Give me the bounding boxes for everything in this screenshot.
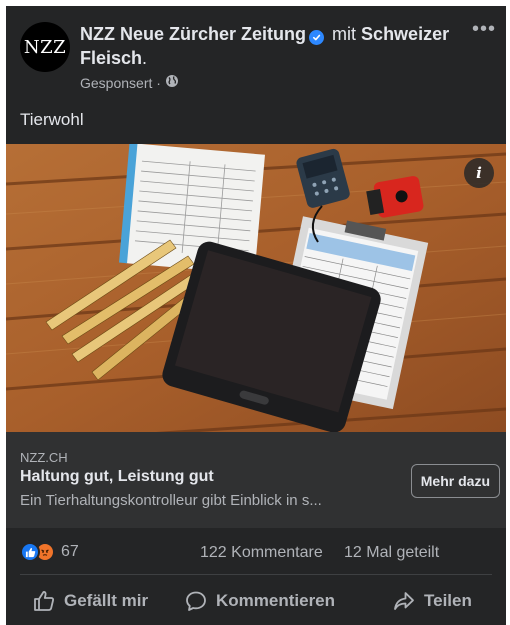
speech-bubble-icon xyxy=(186,591,206,611)
verified-badge-icon xyxy=(309,30,325,45)
more-options-icon[interactable]: ••• xyxy=(472,19,496,39)
title-period: . xyxy=(142,48,148,68)
reaction-count: 67 xyxy=(61,543,79,560)
post-meta: Gesponsert · xyxy=(80,74,470,91)
reactions-summary[interactable]: 67 xyxy=(20,542,79,562)
share-label: Teilen xyxy=(424,591,472,610)
ad-info-icon[interactable]: i xyxy=(464,158,494,188)
nzz-avatar[interactable]: NZZ xyxy=(20,22,70,72)
link-title: Haltung gut, Leistung gut xyxy=(20,468,214,485)
wooden-table-photo xyxy=(6,144,506,432)
comment-button[interactable]: Kommentieren xyxy=(184,586,335,616)
link-domain: NZZ.CH xyxy=(20,450,68,465)
comment-label: Kommentieren xyxy=(216,591,336,610)
post-image[interactable]: i xyxy=(6,144,506,432)
post-text: Tierwohl xyxy=(20,110,84,129)
thumbs-up-icon xyxy=(34,591,54,611)
link-preview[interactable]: NZZ.CH Haltung gut, Leistung gut Ein Tie… xyxy=(6,432,506,528)
post-title: NZZ Neue Zürcher Zeitung mit Schweizer F… xyxy=(80,22,470,70)
sponsored-post-card: NZZ NZZ Neue Zürcher Zeitung mit Schweiz… xyxy=(6,6,506,625)
globe-icon xyxy=(165,74,179,91)
sponsored-label[interactable]: Gesponsert · xyxy=(80,75,161,91)
share-button[interactable]: Teilen xyxy=(392,586,472,616)
post-stats: 67 122 Kommentare 12 Mal geteilt xyxy=(6,528,506,576)
post-actions: Gefällt mir Kommentieren Teilen xyxy=(6,578,506,624)
like-label: Gefällt mir xyxy=(64,591,149,610)
post-title-block: NZZ Neue Zürcher Zeitung mit Schweizer F… xyxy=(80,22,470,91)
mehr-dazu-button[interactable]: Mehr dazu xyxy=(410,464,500,498)
share-arrow-icon xyxy=(394,592,414,610)
like-button[interactable]: Gefällt mir xyxy=(32,586,148,616)
avatar-logo-text: NZZ xyxy=(23,36,67,58)
connector-text: mit xyxy=(332,24,357,44)
like-reaction-icon xyxy=(20,542,40,562)
stats-divider xyxy=(20,574,492,575)
share-count-link[interactable]: 12 Mal geteilt xyxy=(344,544,439,562)
post-header: NZZ NZZ Neue Zürcher Zeitung mit Schweiz… xyxy=(6,6,506,106)
comment-count-link[interactable]: 122 Kommentare xyxy=(200,544,323,562)
link-description: Ein Tierhaltungskontrolleur gibt Einblic… xyxy=(20,492,322,509)
author-name[interactable]: NZZ Neue Zürcher Zeitung xyxy=(80,24,306,44)
